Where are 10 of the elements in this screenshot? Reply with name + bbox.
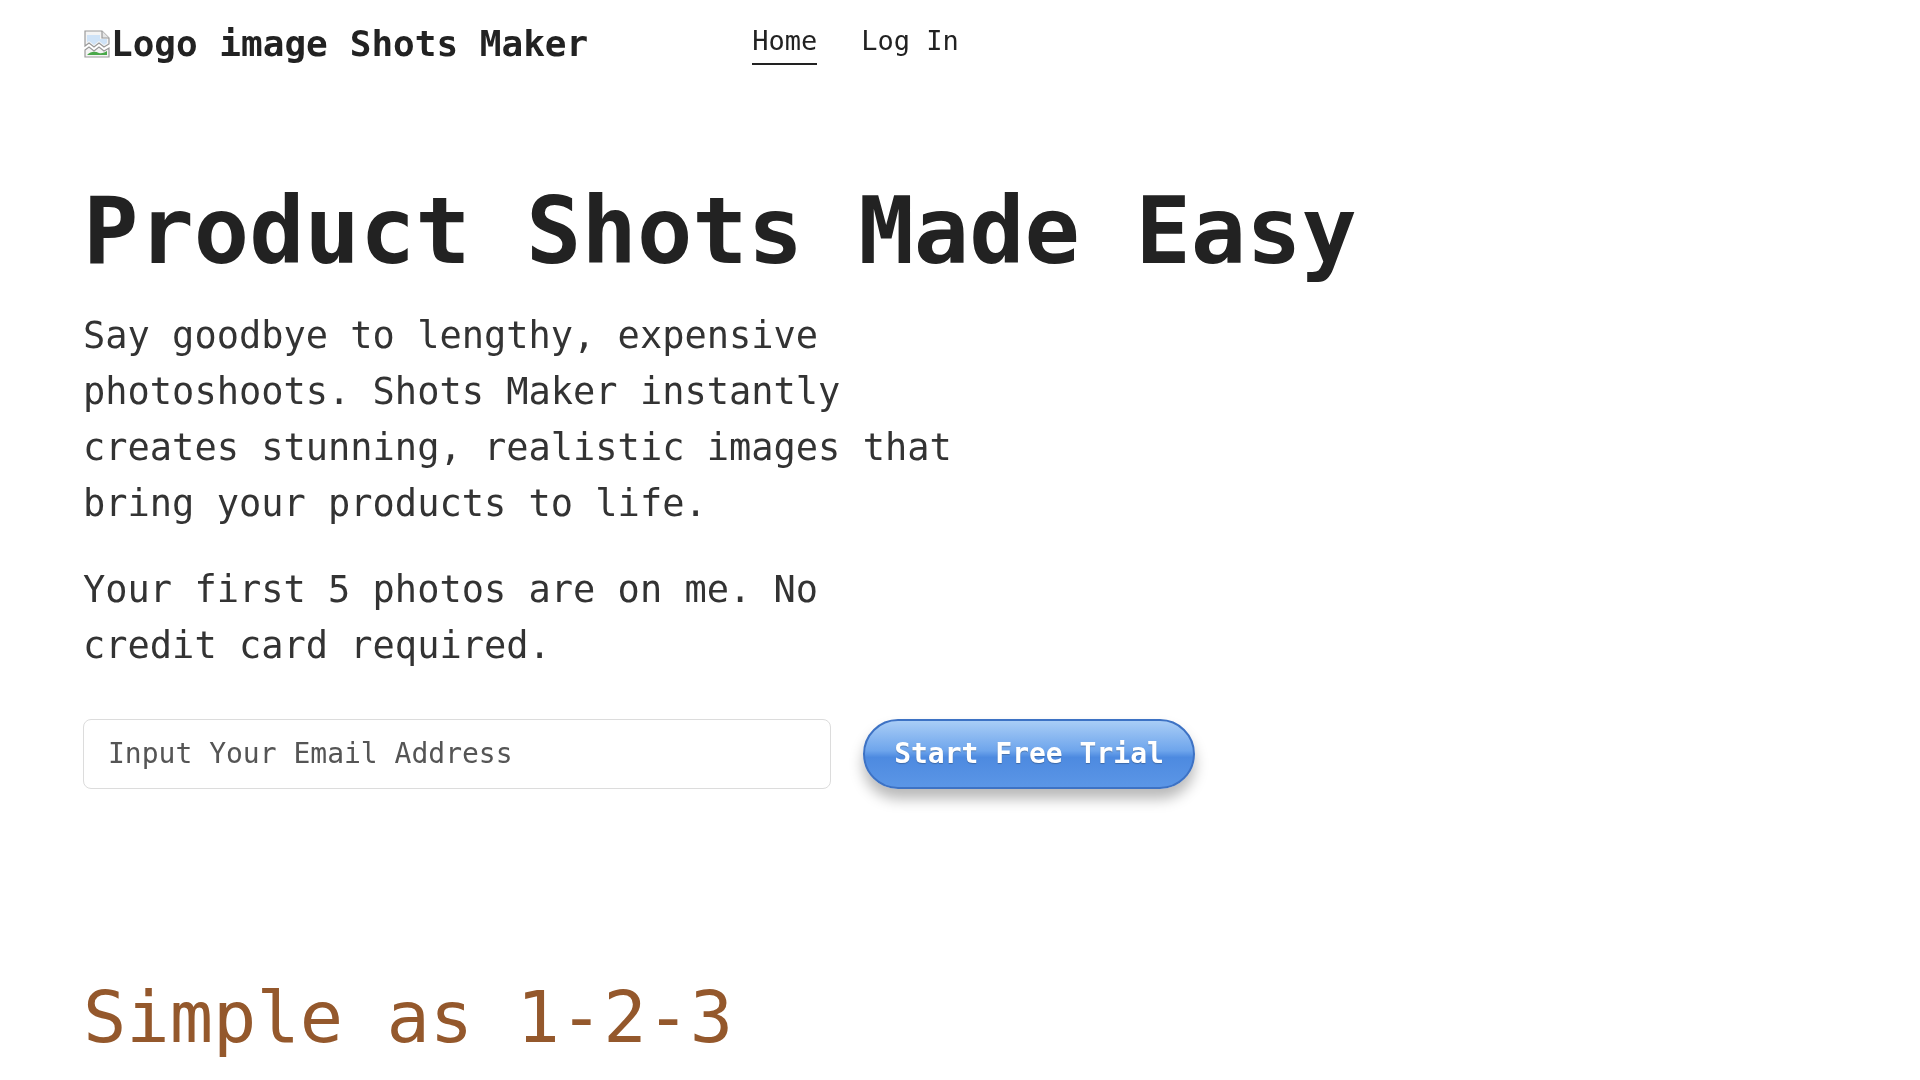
brand-name: Shots Maker [349,22,589,66]
broken-image-icon [83,29,111,58]
section-title: Simple as 1-2-3 [83,973,735,1061]
hero-title: Product Shots Made Easy [83,177,1358,288]
nav-link[interactable]: Home [752,22,818,66]
email-field[interactable]: Input Your Email Address [83,718,831,789]
hero-paragraph: Say goodbye to lengthy, expensive photoshoots. Shots Maker instantly creates stunning, realistic images that bring your products to life. [83,312,953,527]
logo-alt-text: Logo image [111,22,328,66]
hero-paragraph: Your first 5 photos are on me. No credit card required. [83,566,820,669]
nav-link[interactable]: Log In [861,22,959,66]
